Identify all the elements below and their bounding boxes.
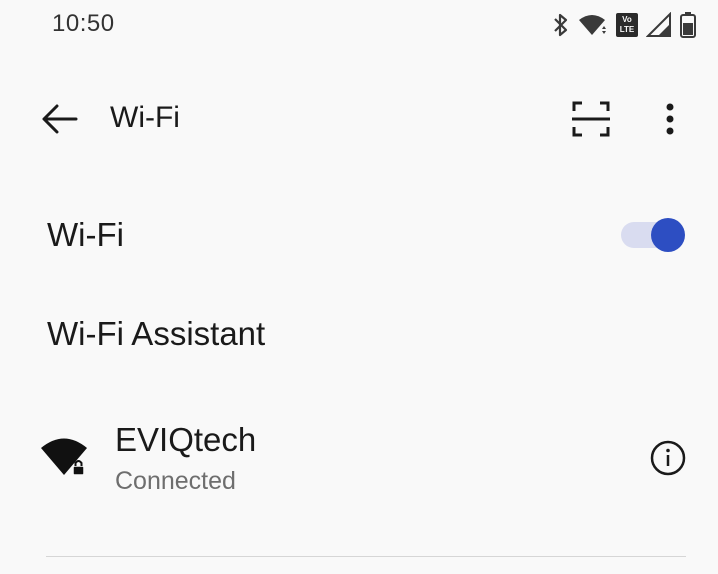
cell-signal-icon [646,12,672,38]
wifi-assistant-label: Wi-Fi Assistant [47,315,266,352]
app-bar: Wi-Fi [0,85,718,155]
info-icon [648,440,688,482]
wifi-toggle-switch[interactable] [621,218,685,252]
network-list-item[interactable]: EVIQtech Connected [0,405,718,515]
more-options-button[interactable] [656,101,684,137]
wifi-toggle-label: Wi-Fi [47,216,124,253]
page-title: Wi-Fi [110,101,180,134]
bluetooth-icon [552,12,570,38]
toggle-thumb [651,218,685,252]
arrow-left-icon [40,104,80,141]
volte-icon: Vo LTE [616,13,638,37]
qr-scan-icon [570,101,612,143]
back-button[interactable] [40,101,80,137]
status-time: 10:50 [52,10,115,37]
wifi-locked-icon [40,435,90,481]
volte-label-top: Vo [622,15,632,24]
network-name: EVIQtech [115,421,257,458]
list-divider [46,556,686,557]
battery-icon [680,12,696,38]
wifi-toggle-row[interactable]: Wi-Fi [0,200,718,272]
status-icons: Vo LTE [552,10,696,40]
wifi-assistant-row[interactable]: Wi-Fi Assistant [0,300,718,372]
qr-scan-button[interactable] [570,99,612,139]
more-vert-icon [656,103,684,141]
wifi-status-icon [578,13,608,37]
volte-label-bottom: LTE [619,25,635,34]
status-bar: 10:50 Vo LTE [0,0,718,50]
network-status: Connected [115,467,236,495]
wifi-settings-screen: 10:50 Vo LTE Wi-Fi Wi-Fi Wi-Fi Assistant… [0,0,718,574]
network-info-button[interactable] [648,438,688,478]
